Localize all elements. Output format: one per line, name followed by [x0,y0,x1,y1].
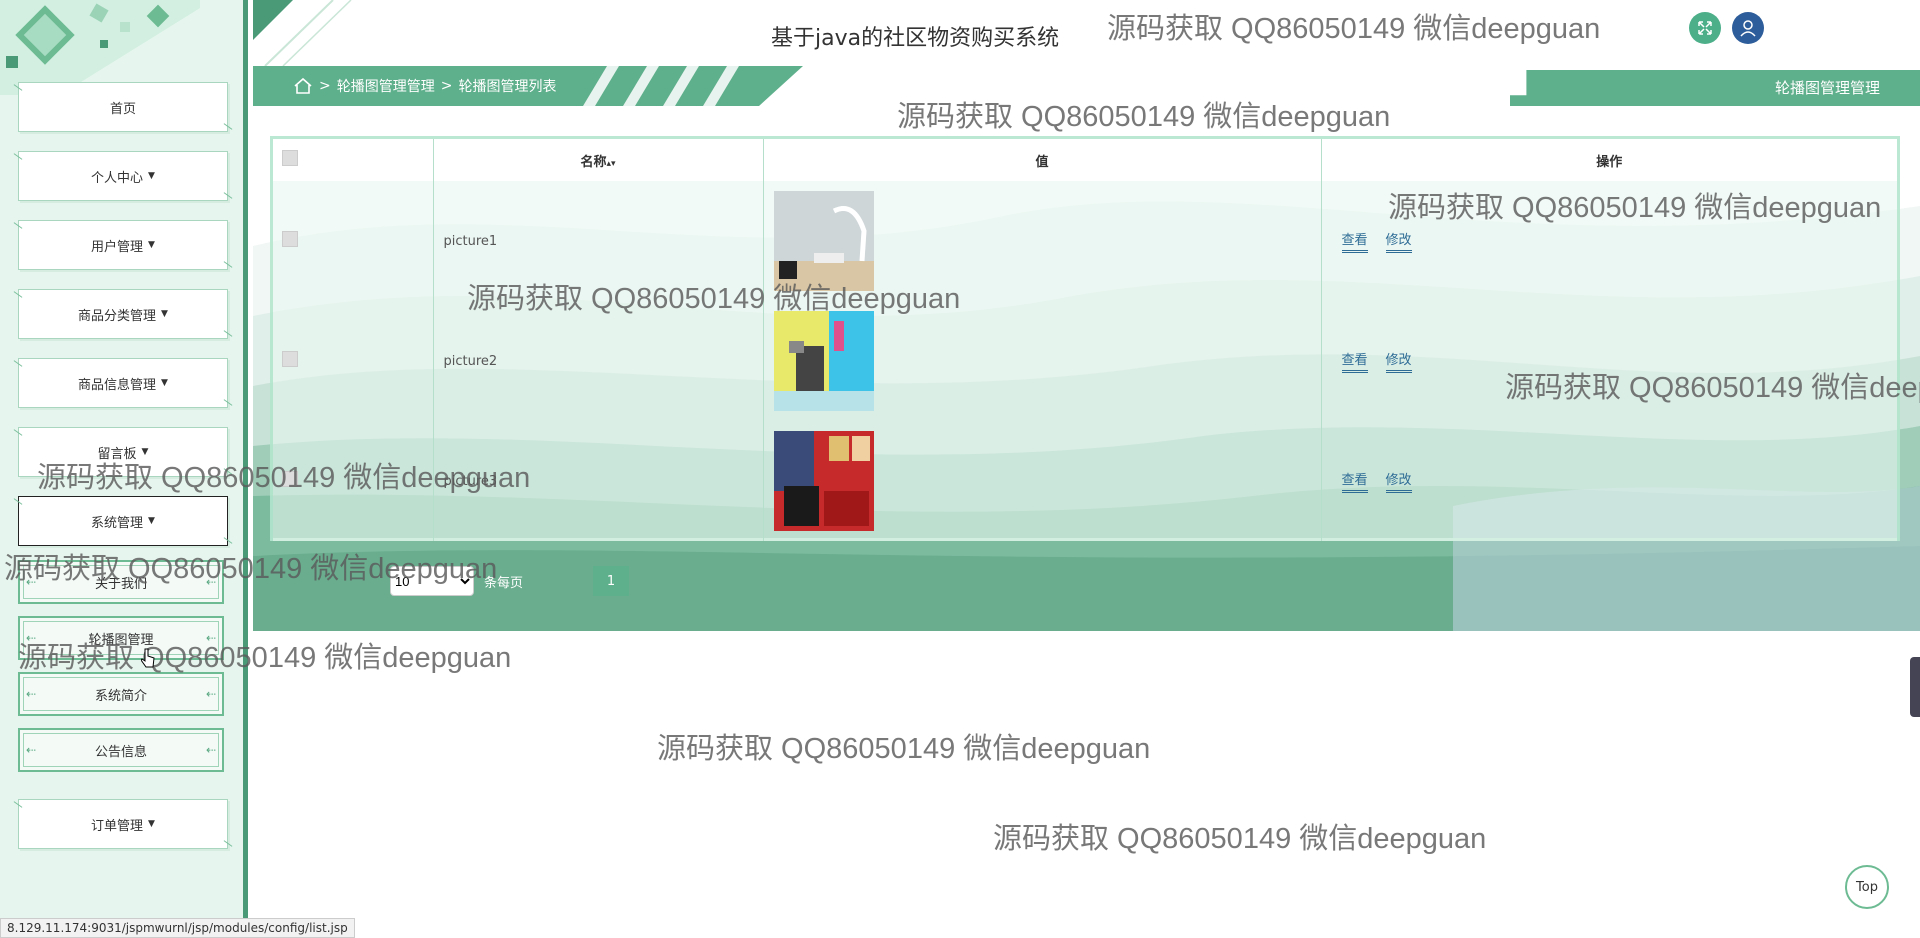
row-checkbox[interactable] [282,471,298,487]
caret-down-icon: ▼ [148,171,155,181]
edit-button[interactable]: 修改 [1385,349,1412,373]
stripe-decoration [583,66,739,106]
header-decoration [253,0,352,66]
side-drawer-handle[interactable] [1910,657,1920,717]
table-row: picture1 查看 修改 [273,181,1897,301]
sidebar-decoration [0,0,200,95]
arrow-icon: ⇠ [26,575,37,589]
back-to-top-button[interactable]: Top [1845,865,1889,909]
submenu-item-about-us[interactable]: ⇠ 关于我们 ⇠ [18,560,224,604]
page-number-button[interactable]: 1 [593,566,630,596]
row-name: picture2 [432,301,763,421]
breadcrumb-item-manage[interactable]: 轮播图管理管理 [337,76,435,96]
mouse-cursor-icon [141,648,155,668]
caret-down-icon: ▼ [141,447,149,457]
table-row: picture2 查看 修改 [273,301,1897,421]
arrow-icon: ⇠ [205,743,216,757]
caret-down-icon: ▼ [148,819,155,829]
watermark: 源码获取 QQ86050149 微信deepguan [657,733,1151,765]
tab-current[interactable]: 轮播图管理管理 [1775,77,1880,98]
sidebar-item-home[interactable]: 首页 [13,82,233,132]
caret-down-icon: ▼ [161,309,168,319]
thumbnail-image[interactable] [773,431,874,531]
arrow-icon: ⇠ [26,631,37,645]
data-table: 名称▴▾ 值 操作 picture1 查看 修改 picture2 查看 修改 … [270,136,1900,541]
thumbnail-image[interactable] [773,311,874,411]
breadcrumb-separator: > [319,78,331,94]
system-title: 基于java的社区物资购买系统 [771,26,1060,51]
sidebar-item-user-management[interactable]: 用户管理 ▼ [13,220,233,270]
column-header-actions: 操作 [1320,139,1897,181]
table-header-row: 名称▴▾ 值 操作 [273,139,1897,181]
sidebar-item-category-management[interactable]: 商品分类管理 ▼ [13,289,233,339]
thumbnail-image[interactable] [773,191,874,291]
breadcrumb: > 轮播图管理管理 > 轮播图管理列表 [293,76,556,96]
breadcrumb-item-list: 轮播图管理列表 [458,79,557,95]
sort-icon[interactable]: ▴▾ [606,159,615,169]
row-checkbox[interactable] [282,351,298,367]
arrow-icon: ⇠ [26,687,37,701]
breadcrumb-separator: > [440,78,453,94]
user-icon[interactable] [1732,12,1764,44]
sidebar-item-order-management[interactable]: 订单管理 ▼ [13,799,233,849]
page-size-select[interactable]: 10 [390,566,474,596]
select-all-checkbox[interactable] [282,150,298,166]
submenu-item-carousel-management[interactable]: ⇠ 轮播图管理 ⇠ [18,616,224,660]
watermark: 源码获取 QQ86050149 微信deepguan [993,823,1487,855]
status-bar-url: 8.129.11.174:9031/jspmwurnl/jsp/modules/… [0,918,355,938]
column-header-value: 值 [762,139,1321,181]
column-header-name[interactable]: 名称▴▾ [432,139,763,181]
arrow-icon: ⇠ [26,743,37,757]
main-content: 名称▴▾ 值 操作 picture1 查看 修改 picture2 查看 修改 … [253,106,1920,631]
submenu-item-system-intro[interactable]: ⇠ 系统简介 ⇠ [18,672,224,716]
row-name: picture1 [432,181,763,301]
edit-button[interactable]: 修改 [1385,469,1412,493]
view-button[interactable]: 查看 [1341,229,1368,253]
caret-down-icon: ▼ [148,240,155,250]
view-button[interactable]: 查看 [1341,469,1368,493]
caret-down-icon: ▼ [148,516,155,526]
per-page-label: 条每页 [484,575,524,591]
header: 基于java的社区物资购买系统 [253,0,1920,66]
row-name: picture3 [432,421,763,541]
home-icon[interactable] [293,76,313,96]
table-row: picture3 查看 修改 [273,421,1897,541]
arrow-icon: ⇠ [205,687,216,701]
sidebar-item-message-board[interactable]: 留言板 ▼ [13,427,233,477]
page: 基于java的社区物资购买系统 > 轮播图管理管理 > 轮播图管理列表 轮播图管… [0,0,1920,938]
arrow-icon: ⇠ [205,631,216,645]
sidebar-item-product-management[interactable]: 商品信息管理 ▼ [13,358,233,408]
submenu-item-announcements[interactable]: ⇠ 公告信息 ⇠ [18,728,224,772]
view-button[interactable]: 查看 [1341,349,1368,373]
sidebar-item-personal-center[interactable]: 个人中心 ▼ [13,151,233,201]
arrow-icon: ⇠ [205,575,216,589]
row-checkbox[interactable] [282,231,298,247]
sidebar-item-system-management[interactable]: 系统管理 ▼ [13,496,233,546]
pagination: 10 条每页 1 [390,566,630,596]
caret-down-icon: ▼ [161,378,168,388]
expand-icon[interactable] [1689,12,1721,44]
edit-button[interactable]: 修改 [1385,229,1412,253]
